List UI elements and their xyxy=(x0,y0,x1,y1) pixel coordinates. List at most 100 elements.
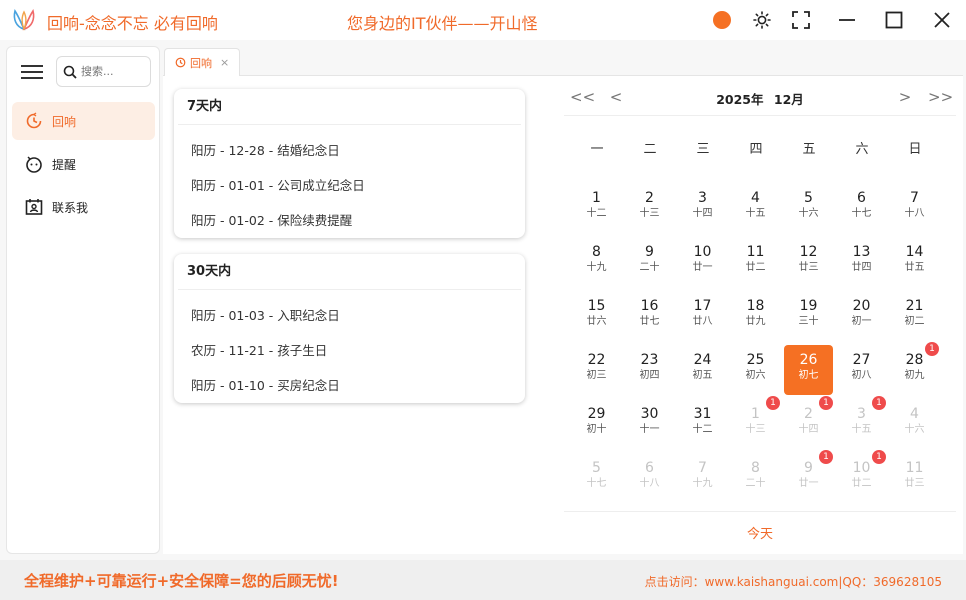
calendar-day[interactable]: 23 初四 xyxy=(625,345,674,395)
calendar-footer: 今天 xyxy=(564,511,956,551)
search-input[interactable] xyxy=(81,65,143,78)
reminder-item[interactable]: 阳历 - 12-28 - 结婚纪念日 xyxy=(174,133,525,168)
calendar-day[interactable]: 13 廿四 xyxy=(837,237,886,287)
calendar-day[interactable]: 8 十九 xyxy=(572,237,621,287)
lunar-date: 初七 xyxy=(798,370,819,381)
sidebar: 回响 提醒 联系我 xyxy=(6,46,160,554)
minimize-button[interactable] xyxy=(834,8,860,32)
calendar-day[interactable]: 7 十九 xyxy=(678,453,727,503)
day-number: 6 xyxy=(857,190,866,206)
calendar-day[interactable]: 10 廿二 1 xyxy=(837,450,886,503)
lunar-date: 初五 xyxy=(692,370,713,381)
calendar-day[interactable]: 11 廿二 xyxy=(731,237,780,287)
calendar-day[interactable]: 29 初十 xyxy=(572,399,621,449)
day-number: 6 xyxy=(645,460,654,476)
calendar-day[interactable]: 17 廿八 xyxy=(678,291,727,341)
sidebar-item-contact[interactable]: 联系我 xyxy=(12,188,155,226)
sidebar-item-reminder[interactable]: 提醒 xyxy=(12,145,155,183)
calendar-day[interactable]: 8 二十 xyxy=(731,453,780,503)
weekday-label: 四 xyxy=(749,142,763,157)
title-bar: 回响-念念不忘 必有回响 您身边的IT伙伴——开山怪 xyxy=(0,0,966,40)
calendar-day[interactable]: 3 十五 1 xyxy=(837,396,886,449)
lunar-date: 三十 xyxy=(798,316,819,327)
app-slogan: 您身边的IT伙伴——开山怪 xyxy=(347,14,538,33)
day-number: 22 xyxy=(587,352,606,368)
maximize-icon xyxy=(885,11,903,29)
theme-color-button[interactable] xyxy=(709,8,735,32)
calendar-day[interactable]: 9 廿一 1 xyxy=(784,450,833,503)
next-month-button[interactable]: > xyxy=(894,86,916,108)
fullscreen-icon xyxy=(792,11,810,29)
bell-face-icon xyxy=(24,154,44,174)
tab-close-icon[interactable]: × xyxy=(220,56,229,69)
lunar-date: 十七 xyxy=(586,478,607,489)
footer-link[interactable]: 点击访问：www.kaishanguai.com|QQ：369628105 xyxy=(645,573,942,590)
calendar-day[interactable]: 31 十二 xyxy=(678,399,727,449)
calendar-day[interactable]: 21 初二 xyxy=(890,291,939,341)
calendar-day[interactable]: 4 十六 xyxy=(890,399,939,449)
maximize-button[interactable] xyxy=(881,8,907,32)
day-number: 21 xyxy=(905,298,924,314)
calendar-day[interactable]: 24 初五 xyxy=(678,345,727,395)
calendar-day[interactable]: 30 十一 xyxy=(625,399,674,449)
today-button[interactable]: 今天 xyxy=(747,523,773,542)
calendar-day[interactable]: 15 廿六 xyxy=(572,291,621,341)
close-button[interactable] xyxy=(929,8,955,32)
tab-strip: 回响 × xyxy=(163,46,963,77)
calendar-day-today[interactable]: 26 初七 xyxy=(784,345,833,395)
calendar: << < 2025年 12月 > >> 一 二 三 四 五 六 日 1 十二 2 十三 3 十四 4 十五… xyxy=(564,76,956,554)
calendar-day[interactable]: 9 二十 xyxy=(625,237,674,287)
calendar-month[interactable]: 12月 xyxy=(774,92,804,107)
tab-label: 回响 xyxy=(190,56,212,70)
calendar-day[interactable]: 4 十五 xyxy=(731,183,780,233)
day-number: 4 xyxy=(910,406,919,422)
fullscreen-button[interactable] xyxy=(788,8,814,32)
reminder-item[interactable]: 阳历 - 01-02 - 保险续费提醒 xyxy=(174,203,525,238)
brightness-button[interactable] xyxy=(749,8,775,32)
reminder-count-badge: 1 xyxy=(819,450,833,464)
lunar-date: 廿三 xyxy=(798,262,819,273)
reminder-item[interactable]: 阳历 - 01-01 - 公司成立纪念日 xyxy=(174,168,525,203)
calendar-day[interactable]: 11 廿三 xyxy=(890,453,939,503)
calendar-day[interactable]: 14 廿五 xyxy=(890,237,939,287)
lunar-date: 十九 xyxy=(586,262,607,273)
hamburger-menu-button[interactable] xyxy=(21,61,43,83)
calendar-day[interactable]: 12 廿三 xyxy=(784,237,833,287)
calendar-day[interactable]: 6 十八 xyxy=(625,453,674,503)
reminder-item[interactable]: 阳历 - 01-03 - 入职纪念日 xyxy=(174,298,525,333)
reminder-item[interactable]: 农历 - 11-21 - 孩子生日 xyxy=(174,333,525,368)
main-panel: 7天内 阳历 - 12-28 - 结婚纪念日 阳历 - 01-01 - 公司成立… xyxy=(163,76,963,554)
calendar-day[interactable]: 28 初九 1 xyxy=(890,342,939,395)
day-number: 25 xyxy=(746,352,765,368)
day-number: 14 xyxy=(905,244,924,260)
calendar-day[interactable]: 18 廿九 xyxy=(731,291,780,341)
reminder-item[interactable]: 阳历 - 01-10 - 买房纪念日 xyxy=(174,368,525,403)
calendar-day[interactable]: 2 十三 xyxy=(625,183,674,233)
day-number: 5 xyxy=(592,460,601,476)
calendar-day[interactable]: 19 三十 xyxy=(784,291,833,341)
calendar-year[interactable]: 2025年 xyxy=(716,92,763,107)
day-number: 7 xyxy=(698,460,707,476)
calendar-day[interactable]: 16 廿七 xyxy=(625,291,674,341)
calendar-day[interactable]: 22 初三 xyxy=(572,345,621,395)
calendar-day[interactable]: 5 十七 xyxy=(572,453,621,503)
calendar-day[interactable]: 20 初一 xyxy=(837,291,886,341)
calendar-day[interactable]: 1 十三 1 xyxy=(731,396,780,449)
calendar-day[interactable]: 10 廿一 xyxy=(678,237,727,287)
next-year-button[interactable]: >> xyxy=(928,86,953,108)
tab-huixiang[interactable]: 回响 × xyxy=(164,48,240,77)
day-number: 23 xyxy=(640,352,659,368)
calendar-day[interactable]: 27 初八 xyxy=(837,345,886,395)
reminder-count-badge: 1 xyxy=(819,396,833,410)
calendar-day[interactable]: 1 十二 xyxy=(572,183,621,233)
calendar-day[interactable]: 6 十七 xyxy=(837,183,886,233)
calendar-day[interactable]: 2 十四 1 xyxy=(784,396,833,449)
weekday-label: 一 xyxy=(590,142,604,157)
sidebar-item-huixiang[interactable]: 回响 xyxy=(12,102,155,140)
calendar-day[interactable]: 5 十六 xyxy=(784,183,833,233)
calendar-day[interactable]: 7 十八 xyxy=(890,183,939,233)
calendar-day[interactable]: 3 十四 xyxy=(678,183,727,233)
calendar-day[interactable]: 25 初六 xyxy=(731,345,780,395)
day-number: 11 xyxy=(746,244,765,260)
search-box[interactable] xyxy=(56,56,151,87)
